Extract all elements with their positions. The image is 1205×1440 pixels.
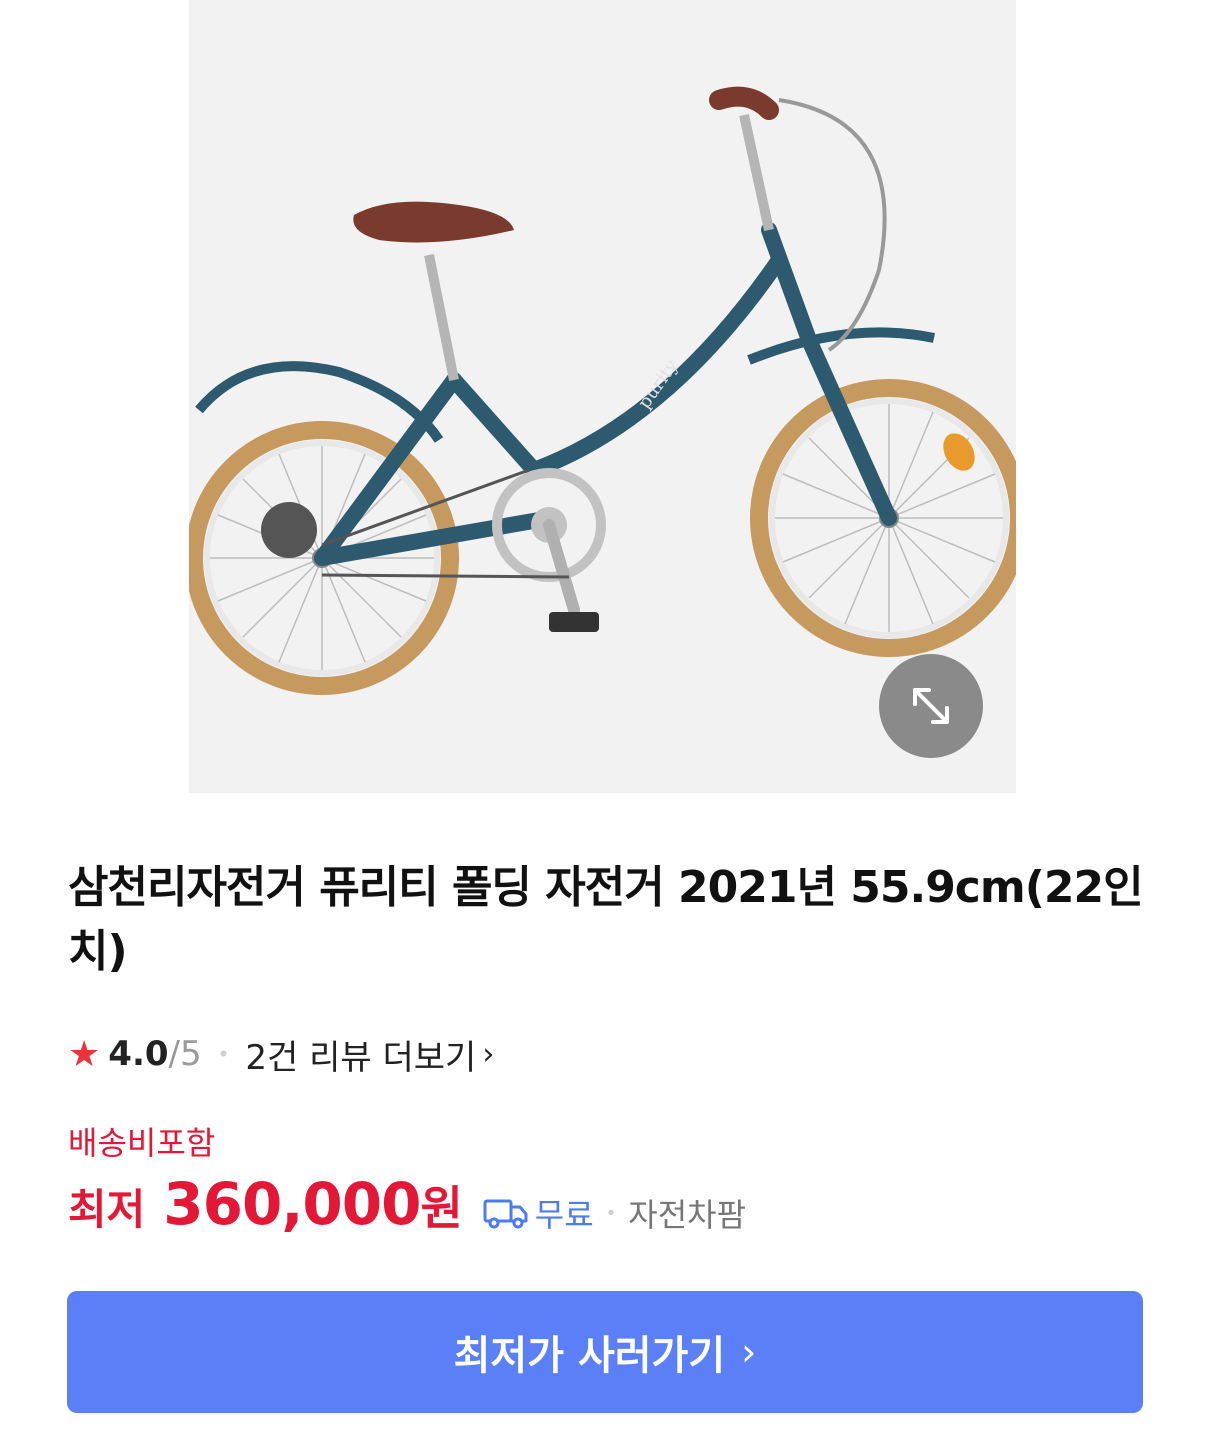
- free-delivery-label: 무료: [534, 1196, 594, 1234]
- buy-lowest-price-button[interactable]: 최저가 사러가기 ›: [67, 1291, 1143, 1413]
- review-more-link[interactable]: 2건 리뷰 더보기 ›: [245, 1030, 494, 1079]
- price-unit: 원: [420, 1181, 463, 1235]
- delivery-info: 무료 • 자전차팜: [483, 1190, 746, 1236]
- seller-name[interactable]: 자전차팜: [628, 1190, 746, 1236]
- shipping-included-label: 배송비포함: [68, 1124, 216, 1162]
- expand-arrows-icon: [913, 688, 949, 724]
- chevron-right-icon: ›: [741, 1330, 757, 1374]
- separator-dot: •: [217, 1042, 230, 1066]
- truck-icon: [483, 1199, 528, 1229]
- expand-image-button[interactable]: [879, 654, 983, 758]
- product-page: purity 삼천리자전거 퓨리티 폴딩 자전거 2021년 55.9cm(22…: [0, 0, 1205, 1440]
- product-title: 삼천리자전거 퓨리티 폴딩 자전거 2021년 55.9cm(22인치): [68, 862, 1144, 977]
- review-link-label: 2건 리뷰 더보기: [245, 1037, 477, 1078]
- price-prefix: 최저: [68, 1185, 146, 1234]
- rating-row: ★ 4.0 /5 • 2건 리뷰 더보기 ›: [68, 1030, 494, 1078]
- star-icon: ★: [68, 1033, 101, 1075]
- buy-button-label: 최저가 사러가기: [453, 1333, 726, 1379]
- rating-value: 4.0: [108, 1034, 169, 1074]
- chevron-right-icon: ›: [482, 1036, 495, 1072]
- rating-max: /5: [168, 1034, 202, 1074]
- price-amount: 360,000: [163, 1170, 421, 1238]
- price-row: 최저 360,000 원 무료 • 자전차팜: [68, 1170, 746, 1250]
- bike-frame: [314, 222, 897, 566]
- separator-dot: •: [605, 1202, 617, 1224]
